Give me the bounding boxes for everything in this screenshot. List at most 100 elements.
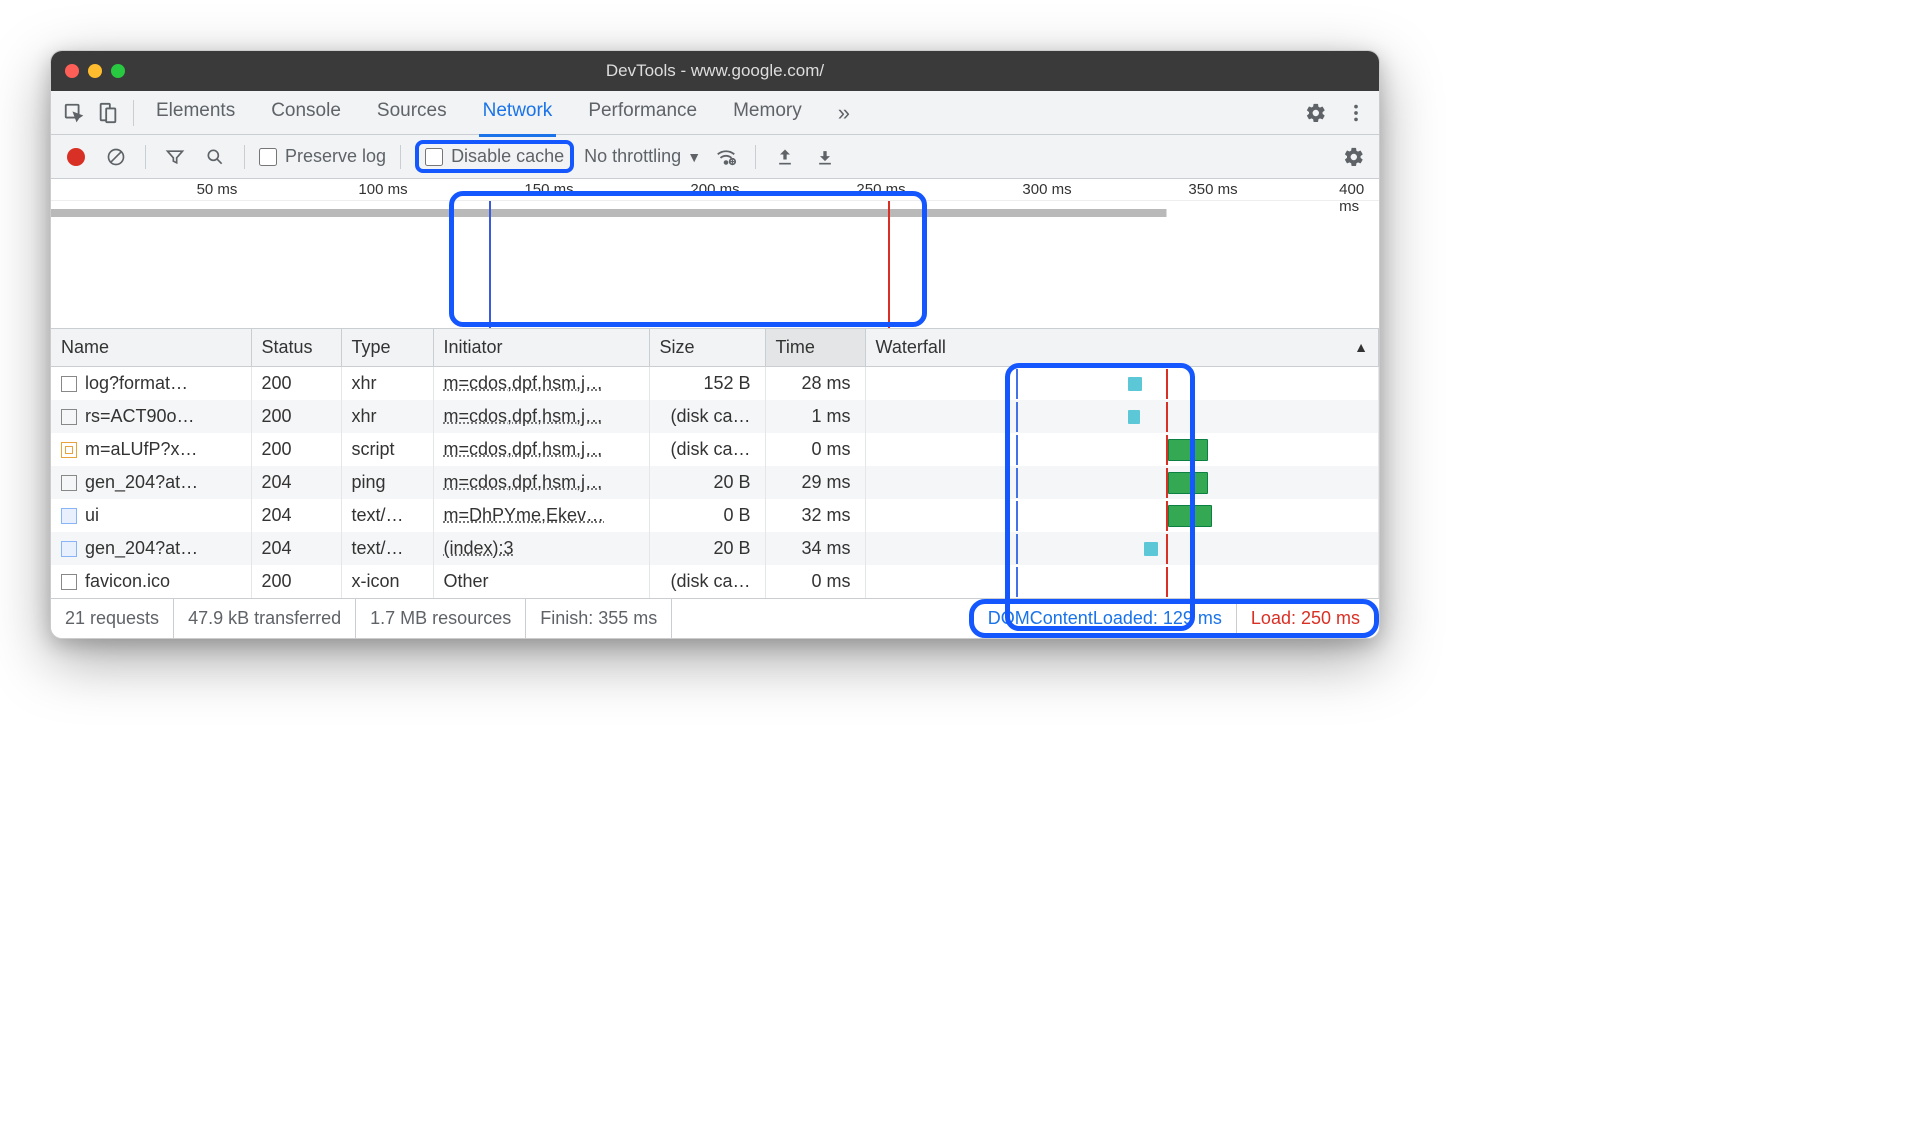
kebab-menu-icon[interactable] bbox=[1339, 96, 1373, 130]
waterfall-cell bbox=[866, 468, 1379, 498]
throttling-select[interactable]: No throttling ▼ bbox=[584, 146, 701, 167]
table-row[interactable]: log?format… 200 xhr m=cdos,dpf,hsm,j… 15… bbox=[51, 367, 1379, 401]
col-header-time[interactable]: Time bbox=[765, 329, 865, 367]
clear-icon[interactable] bbox=[101, 142, 131, 172]
tab-network[interactable]: Network bbox=[479, 90, 557, 137]
waterfall-cell bbox=[866, 534, 1379, 564]
col-header-status[interactable]: Status bbox=[251, 329, 341, 367]
table-row[interactable]: gen_204?at… 204 ping m=cdos,dpf,hsm,j… 2… bbox=[51, 466, 1379, 499]
waterfall-bar bbox=[1128, 377, 1142, 391]
request-name: gen_204?at… bbox=[85, 472, 198, 493]
status-load: Load: 250 ms bbox=[1237, 604, 1374, 633]
col-header-initiator[interactable]: Initiator bbox=[433, 329, 649, 367]
dcl-marker bbox=[489, 201, 491, 328]
dcl-marker-line bbox=[1016, 435, 1018, 465]
settings-icon[interactable] bbox=[1299, 96, 1333, 130]
request-name: rs=ACT90o… bbox=[85, 406, 195, 427]
tab-performance[interactable]: Performance bbox=[584, 90, 701, 136]
dcl-marker-line bbox=[1016, 468, 1018, 498]
network-settings-icon[interactable] bbox=[1339, 142, 1369, 172]
initiator-link[interactable]: m=cdos,dpf,hsm,j… bbox=[444, 439, 604, 459]
waterfall-bar bbox=[1168, 439, 1208, 461]
initiator-link[interactable]: m=cdos,dpf,hsm,j… bbox=[444, 472, 604, 492]
overview-activity-band bbox=[51, 209, 1379, 217]
request-name: gen_204?at… bbox=[85, 538, 198, 559]
search-icon[interactable] bbox=[200, 142, 230, 172]
record-button[interactable] bbox=[61, 142, 91, 172]
request-time: 0 ms bbox=[765, 433, 865, 466]
col-header-type[interactable]: Type bbox=[341, 329, 433, 367]
initiator-link[interactable]: (index):3 bbox=[444, 538, 514, 558]
table-row[interactable]: gen_204?at… 204 text/… (index):3 20 B 34… bbox=[51, 532, 1379, 565]
initiator-link[interactable]: m=cdos,dpf,hsm,j… bbox=[444, 373, 604, 393]
titlebar: DevTools - www.google.com/ bbox=[51, 51, 1379, 91]
tab-console[interactable]: Console bbox=[267, 90, 345, 136]
request-time: 29 ms bbox=[765, 466, 865, 499]
window-title: DevTools - www.google.com/ bbox=[51, 61, 1379, 81]
dcl-marker-line bbox=[1016, 534, 1018, 564]
waterfall-cell bbox=[866, 435, 1379, 465]
sort-indicator-icon: ▲ bbox=[1354, 339, 1368, 355]
device-toolbar-icon[interactable] bbox=[91, 96, 125, 130]
request-size: (disk ca… bbox=[649, 400, 765, 433]
tab-elements[interactable]: Elements bbox=[152, 90, 239, 136]
dcl-marker-line bbox=[1016, 369, 1018, 399]
dcl-marker-line bbox=[1016, 402, 1018, 432]
request-time: 1 ms bbox=[765, 400, 865, 433]
request-size: 20 B bbox=[649, 532, 765, 565]
upload-har-icon[interactable] bbox=[770, 142, 800, 172]
table-row[interactable]: m=aLUfP?x… 200 script m=cdos,dpf,hsm,j… … bbox=[51, 433, 1379, 466]
status-finish: Finish: 355 ms bbox=[526, 599, 672, 638]
waterfall-cell bbox=[866, 369, 1379, 399]
request-time: 32 ms bbox=[765, 499, 865, 532]
load-marker-line bbox=[1166, 402, 1168, 432]
tab-memory[interactable]: Memory bbox=[729, 90, 806, 136]
initiator-link[interactable]: m=cdos,dpf,hsm,j… bbox=[444, 406, 604, 426]
waterfall-cell bbox=[866, 567, 1379, 597]
request-name: log?format… bbox=[85, 373, 188, 394]
request-size: 0 B bbox=[649, 499, 765, 532]
file-type-icon bbox=[61, 376, 77, 392]
table-row[interactable]: rs=ACT90o… 200 xhr m=cdos,dpf,hsm,j… (di… bbox=[51, 400, 1379, 433]
request-type: text/… bbox=[341, 532, 433, 565]
request-status: 200 bbox=[251, 400, 341, 433]
request-status: 200 bbox=[251, 565, 341, 598]
inspect-element-icon[interactable] bbox=[57, 96, 91, 130]
load-marker-line bbox=[1166, 369, 1168, 399]
request-time: 0 ms bbox=[765, 565, 865, 598]
tab-sources[interactable]: Sources bbox=[373, 90, 451, 136]
table-row[interactable]: favicon.ico 200 x-icon Other (disk ca… 0… bbox=[51, 565, 1379, 598]
request-name: favicon.ico bbox=[85, 571, 170, 592]
request-status: 200 bbox=[251, 433, 341, 466]
timeline-overview[interactable]: 50 ms 100 ms 150 ms 200 ms 250 ms 300 ms… bbox=[51, 179, 1379, 329]
network-conditions-icon[interactable] bbox=[711, 142, 741, 172]
request-type: script bbox=[341, 433, 433, 466]
tabs-overflow-button[interactable]: » bbox=[834, 90, 854, 136]
dcl-marker-line bbox=[1016, 567, 1018, 597]
request-type: xhr bbox=[341, 367, 433, 401]
disable-cache-checkbox[interactable]: Disable cache bbox=[425, 146, 564, 167]
chevron-down-icon: ▼ bbox=[687, 149, 701, 165]
panel-tabbar: Elements Console Sources Network Perform… bbox=[51, 91, 1379, 135]
disable-cache-label: Disable cache bbox=[451, 146, 564, 167]
timeline-ruler: 50 ms 100 ms 150 ms 200 ms 250 ms 300 ms… bbox=[51, 179, 1379, 201]
preserve-log-checkbox[interactable]: Preserve log bbox=[259, 146, 386, 167]
file-type-icon bbox=[61, 574, 77, 590]
col-header-size[interactable]: Size bbox=[649, 329, 765, 367]
col-header-waterfall[interactable]: Waterfall ▲ bbox=[865, 329, 1379, 367]
status-requests: 21 requests bbox=[51, 599, 174, 638]
request-status: 204 bbox=[251, 499, 341, 532]
request-size: (disk ca… bbox=[649, 565, 765, 598]
initiator-link[interactable]: m=DhPYme,Ekev… bbox=[444, 505, 605, 525]
file-type-icon bbox=[61, 475, 77, 491]
status-resources: 1.7 MB resources bbox=[356, 599, 526, 638]
file-type-icon bbox=[61, 442, 77, 458]
filter-icon[interactable] bbox=[160, 142, 190, 172]
request-size: 20 B bbox=[649, 466, 765, 499]
waterfall-cell bbox=[866, 501, 1379, 531]
initiator-text: Other bbox=[444, 571, 489, 591]
col-header-name[interactable]: Name bbox=[51, 329, 251, 367]
table-row[interactable]: ui 204 text/… m=DhPYme,Ekev… 0 B 32 ms bbox=[51, 499, 1379, 532]
load-marker-line bbox=[1166, 567, 1168, 597]
download-har-icon[interactable] bbox=[810, 142, 840, 172]
